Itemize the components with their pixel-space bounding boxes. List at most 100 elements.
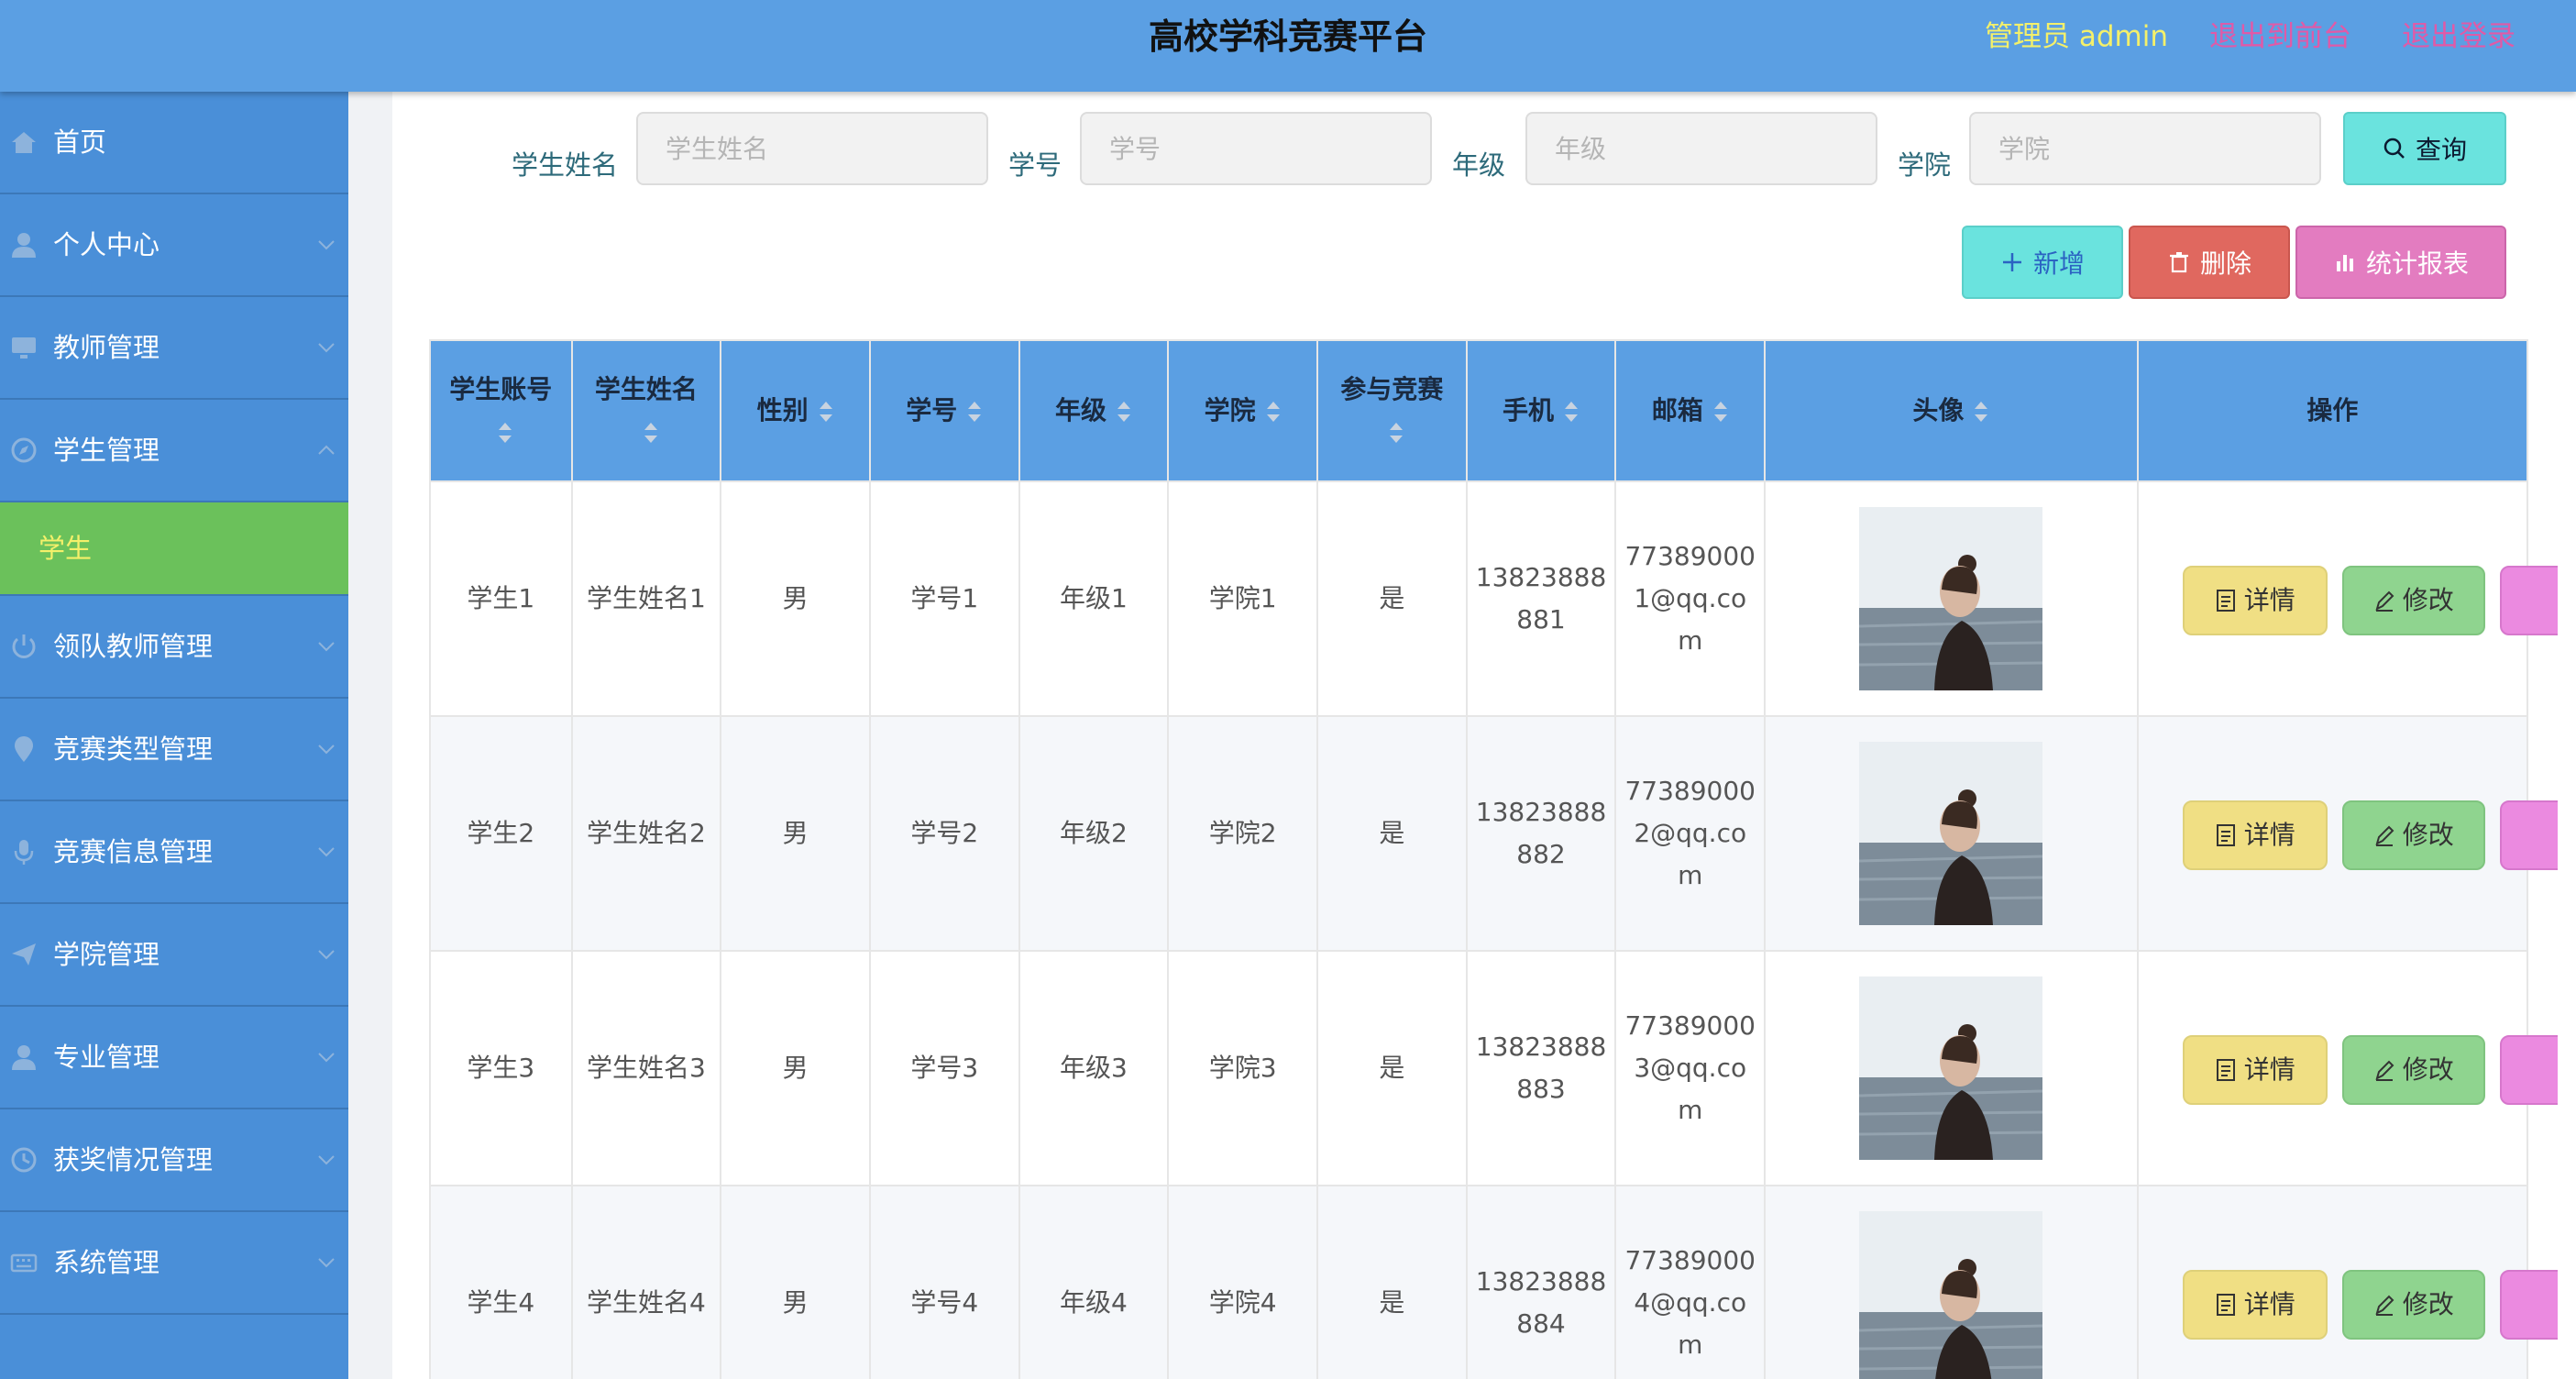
cell-email: 773890001@qq.com xyxy=(1614,480,1767,717)
col-header-gender[interactable]: 性别 xyxy=(720,339,871,482)
detail-button[interactable]: 详情 xyxy=(2182,800,2328,870)
cell-email: 773890002@qq.com xyxy=(1614,715,1767,952)
sidebar-item-majors[interactable]: 专业管理 xyxy=(0,1007,348,1109)
sort-icon[interactable] xyxy=(497,421,513,445)
sidebar-item-students[interactable]: 学生管理 xyxy=(0,400,348,502)
search-icon xyxy=(2383,138,2405,159)
avatar-image[interactable] xyxy=(1859,976,2043,1160)
grade-input[interactable] xyxy=(1525,112,1877,185)
cell-gender: 男 xyxy=(720,715,871,952)
col-header-account[interactable]: 学生账号 xyxy=(429,339,573,482)
student-name-input[interactable] xyxy=(636,112,988,185)
sidebar-item-label: 专业管理 xyxy=(53,1042,160,1073)
edit-button-label: 修改 xyxy=(2402,820,2454,850)
cell-avatar xyxy=(1764,950,2139,1186)
query-button-label: 查询 xyxy=(2415,135,2467,165)
trash-icon xyxy=(2169,252,2188,273)
sort-icon[interactable] xyxy=(1116,400,1132,424)
sidebar-item-colleges[interactable]: 学院管理 xyxy=(0,904,348,1007)
plus-icon xyxy=(2002,253,2021,271)
cell-joined: 是 xyxy=(1316,715,1468,952)
pencil-icon xyxy=(2375,1295,2394,1316)
col-header-avatar[interactable]: 头像 xyxy=(1764,339,2139,482)
col-header-name[interactable]: 学生姓名 xyxy=(570,339,722,482)
col-header-college[interactable]: 学院 xyxy=(1167,339,1318,482)
sidebar-item-competition-info[interactable]: 竞赛信息管理 xyxy=(0,801,348,904)
chevron-down-icon xyxy=(318,1155,335,1165)
sort-icon[interactable] xyxy=(1265,400,1282,424)
detail-button-label: 详情 xyxy=(2243,1054,2295,1085)
edit-button[interactable]: 修改 xyxy=(2341,1270,2485,1340)
sidebar-item-home[interactable]: 首页 xyxy=(0,92,348,194)
avatar-image[interactable] xyxy=(1859,507,2043,690)
clock-icon xyxy=(11,1147,37,1173)
header-label: 学院 xyxy=(1204,395,1256,425)
student-no-input[interactable] xyxy=(1080,112,1432,185)
header-label: 手机 xyxy=(1503,395,1555,425)
pencil-icon xyxy=(2375,590,2394,612)
keyboard-icon xyxy=(10,1253,38,1273)
sidebar-item-system[interactable]: 系统管理 xyxy=(0,1212,348,1315)
cell-grade: 年级4 xyxy=(1018,1185,1170,1379)
student-no-label: 学号 xyxy=(1008,149,1062,181)
sort-icon[interactable] xyxy=(1712,400,1729,424)
microphone-icon xyxy=(14,840,34,865)
col-header-email[interactable]: 邮箱 xyxy=(1614,339,1767,482)
sidebar-subitem-student[interactable]: 学生 xyxy=(0,502,348,596)
college-input[interactable] xyxy=(1969,112,2321,185)
detail-button-label: 详情 xyxy=(2243,585,2295,615)
header-label: 操作 xyxy=(2306,395,2359,425)
sort-icon[interactable] xyxy=(1563,400,1580,424)
avatar-image[interactable] xyxy=(1859,1211,2043,1379)
edit-button-label: 修改 xyxy=(2402,1054,2454,1085)
app-title: 高校学科竞赛平台 xyxy=(1148,17,1427,57)
detail-button[interactable]: 详情 xyxy=(2182,566,2328,635)
row-delete-button[interactable] xyxy=(2499,1035,2558,1105)
edit-button[interactable]: 修改 xyxy=(2341,566,2485,635)
header-label: 学号 xyxy=(906,395,958,425)
sidebar-item-label: 系统管理 xyxy=(53,1247,160,1278)
row-delete-button[interactable] xyxy=(2499,800,2558,870)
sort-icon[interactable] xyxy=(1388,421,1404,445)
chevron-down-icon xyxy=(318,642,335,652)
report-button[interactable]: 统计报表 xyxy=(2295,226,2506,299)
student-name-label: 学生姓名 xyxy=(512,149,619,181)
sidebar-item-teachers[interactable]: 教师管理 xyxy=(0,297,348,400)
avatar-image[interactable] xyxy=(1859,742,2043,925)
sort-icon[interactable] xyxy=(1973,400,1989,424)
sidebar-item-competition-types[interactable]: 竞赛类型管理 xyxy=(0,699,348,801)
col-header-grade[interactable]: 年级 xyxy=(1018,339,1170,482)
edit-button[interactable]: 修改 xyxy=(2341,1035,2485,1105)
detail-button[interactable]: 详情 xyxy=(2182,1270,2328,1340)
cell-college: 学院4 xyxy=(1167,1185,1318,1379)
cell-name: 学生姓名2 xyxy=(570,715,722,952)
sort-icon[interactable] xyxy=(966,400,983,424)
cell-student-no: 学号2 xyxy=(868,715,1020,952)
home-icon xyxy=(12,132,36,153)
detail-button[interactable]: 详情 xyxy=(2182,1035,2328,1105)
header-label: 参与竞赛 xyxy=(1340,374,1444,404)
sidebar-item-team-teachers[interactable]: 领队教师管理 xyxy=(0,596,348,699)
col-header-joined[interactable]: 参与竞赛 xyxy=(1316,339,1468,482)
col-header-phone[interactable]: 手机 xyxy=(1465,339,1617,482)
col-header-student-no[interactable]: 学号 xyxy=(868,339,1020,482)
row-delete-button[interactable] xyxy=(2499,1270,2558,1340)
sort-icon[interactable] xyxy=(643,421,659,445)
sidebar-item-personal[interactable]: 个人中心 xyxy=(0,194,348,297)
table-row: 学生1 学生姓名1 男 学号1 年级1 学院1 是 13823888881 77… xyxy=(429,480,2558,717)
edit-button[interactable]: 修改 xyxy=(2341,800,2485,870)
cell-actions: 详情 修改 xyxy=(2136,715,2558,952)
sidebar-item-label: 竞赛信息管理 xyxy=(53,836,214,867)
header-label: 邮箱 xyxy=(1651,395,1703,425)
delete-button-label: 删除 xyxy=(2199,248,2251,279)
logout-link[interactable]: 退出登录 xyxy=(2402,0,2515,73)
chevron-down-icon xyxy=(318,745,335,755)
delete-button[interactable]: 删除 xyxy=(2129,226,2290,299)
add-button[interactable]: 新增 xyxy=(1962,226,2123,299)
sort-icon[interactable] xyxy=(818,400,834,424)
query-button[interactable]: 查询 xyxy=(2343,112,2506,185)
row-delete-button[interactable] xyxy=(2499,566,2558,635)
sidebar-item-awards[interactable]: 获奖情况管理 xyxy=(0,1109,348,1212)
back-to-front-link[interactable]: 退出到前台 xyxy=(2209,0,2351,73)
edit-button-label: 修改 xyxy=(2402,1289,2454,1319)
